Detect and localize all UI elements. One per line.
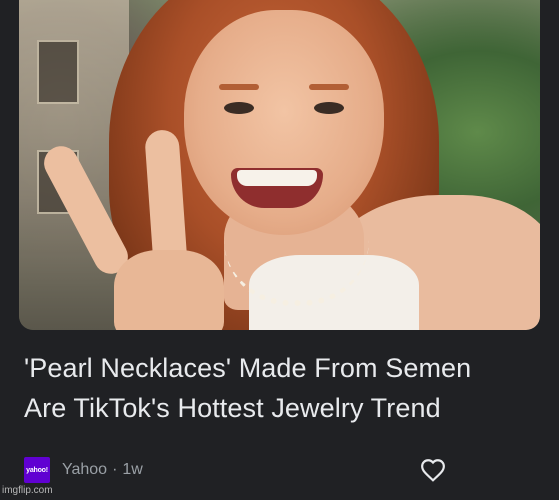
yahoo-logo-icon: yahoo! [24, 457, 50, 483]
imgflip-watermark: imgflip.com [2, 485, 53, 496]
article-image[interactable] [19, 0, 540, 330]
like-button[interactable] [418, 455, 448, 485]
peace-sign-hand [38, 128, 224, 330]
left-eye [224, 102, 254, 114]
headline-line-1: 'Pearl Necklaces' Made From Semen [24, 353, 472, 383]
teeth [237, 170, 317, 186]
right-brow [309, 84, 349, 90]
source-row: yahoo! Yahoo · 1w [24, 456, 143, 484]
headline-line-2: Are TikTok's Hottest Jewelry Trend [24, 393, 441, 423]
source-name: Yahoo [62, 461, 108, 478]
separator-dot: · [112, 461, 118, 478]
right-eye [314, 102, 344, 114]
article-age: 1w [122, 461, 143, 478]
left-brow [219, 84, 259, 90]
heart-outline-icon [421, 459, 445, 482]
news-card[interactable]: 'Pearl Necklaces' Made From Semen Are Ti… [0, 0, 559, 500]
article-headline[interactable]: 'Pearl Necklaces' Made From Semen Are Ti… [24, 348, 544, 428]
yahoo-logo-text: yahoo! [26, 466, 48, 474]
